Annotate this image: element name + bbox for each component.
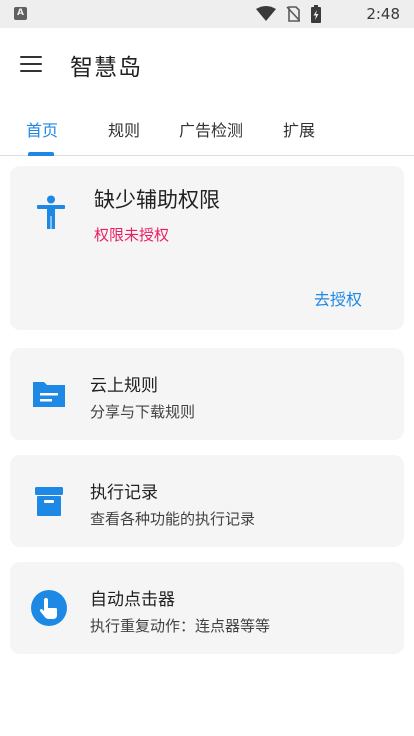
cloud-rules-subtitle: 分享与下载规则 [90, 403, 196, 421]
tab-rules[interactable]: 规则 [108, 117, 140, 141]
wifi-icon [256, 6, 276, 21]
tab-indicator [28, 152, 54, 156]
app-bar: 智慧岛 [0, 28, 414, 102]
accessibility-icon [37, 195, 65, 229]
auto-clicker-title: 自动点击器 [90, 590, 175, 610]
permission-status: 权限未授权 [94, 226, 170, 244]
permission-card: 缺少辅助权限 权限未授权 去授权 [10, 166, 404, 330]
tab-ad-detection[interactable]: 广告检测 [179, 117, 243, 141]
permission-title: 缺少辅助权限 [94, 188, 220, 212]
execution-log-title: 执行记录 [90, 483, 158, 503]
status-icons [256, 5, 322, 23]
cloud-rules-card[interactable]: 云上规则 分享与下载规则 [10, 348, 404, 440]
execution-log-subtitle: 查看各种功能的执行记录 [90, 510, 256, 528]
status-bar: A 2:48 [0, 0, 414, 28]
archive-icon [35, 487, 63, 516]
cloud-rules-title: 云上规则 [90, 376, 158, 396]
grant-permission-button[interactable]: 去授权 [314, 286, 362, 310]
folder-icon [33, 382, 65, 407]
touch-icon [31, 590, 67, 626]
tab-home[interactable]: 首页 [26, 117, 58, 141]
no-sim-icon [286, 6, 300, 22]
status-time: 2:48 [366, 5, 400, 23]
auto-clicker-card[interactable]: 自动点击器 执行重复动作：连点器等等 [10, 562, 404, 654]
battery-icon [311, 5, 321, 23]
tab-extensions[interactable]: 扩展 [283, 117, 315, 141]
hamburger-menu-icon[interactable] [20, 55, 42, 73]
execution-log-card[interactable]: 执行记录 查看各种功能的执行记录 [10, 455, 404, 547]
tab-bar: 首页 规则 广告检测 扩展 [0, 102, 414, 156]
auto-clicker-subtitle: 执行重复动作：连点器等等 [90, 617, 271, 635]
notification-icon: A [14, 7, 27, 20]
app-title: 智慧岛 [70, 55, 142, 81]
